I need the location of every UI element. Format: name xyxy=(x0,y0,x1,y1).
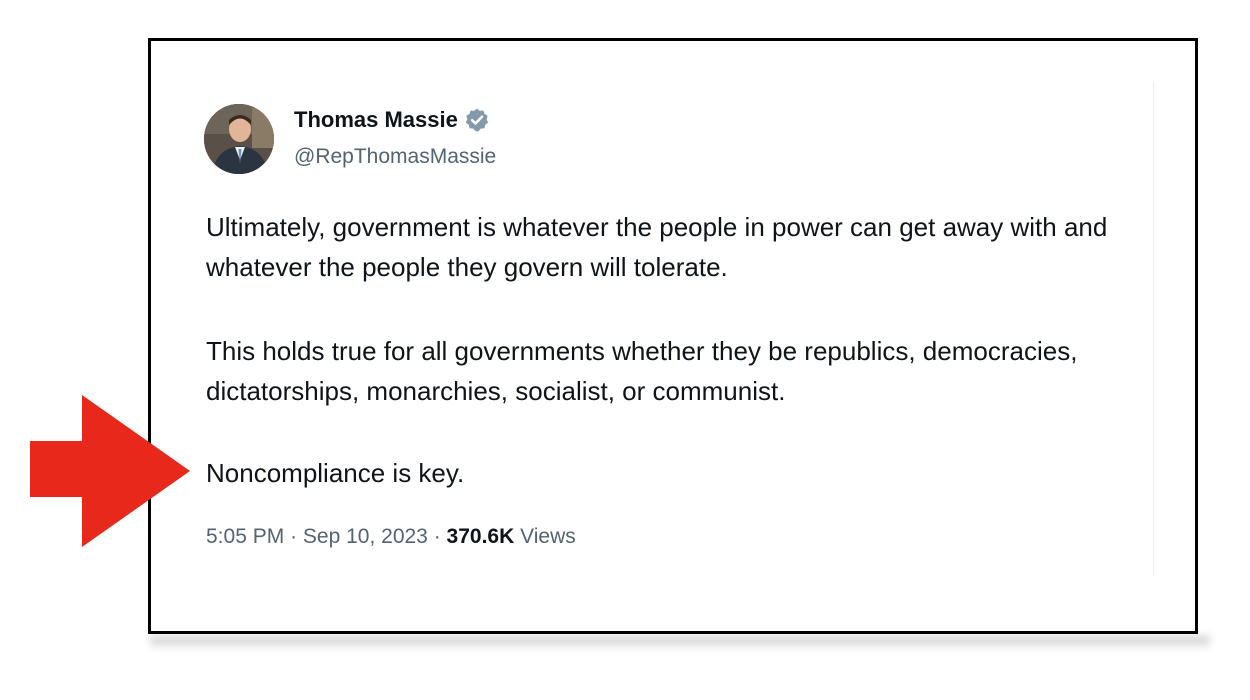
views-count[interactable]: 370.6K xyxy=(447,525,515,548)
divider xyxy=(1153,81,1154,576)
tweet-screenshot-frame: Thomas Massie @RepThomasMassie Ultimatel… xyxy=(148,38,1198,634)
tweet-paragraph-3: Noncompliance is key. xyxy=(206,458,465,488)
meta-separator: · xyxy=(433,525,441,548)
tweet-card: Thomas Massie @RepThomasMassie Ultimatel… xyxy=(151,41,1195,631)
tweet-paragraph-2: This holds true for all governments whet… xyxy=(206,336,1078,406)
avatar[interactable] xyxy=(204,104,274,174)
author-handle[interactable]: @RepThomasMassie xyxy=(294,145,496,169)
author-name[interactable]: Thomas Massie xyxy=(294,107,458,133)
tweet-paragraph-1: Ultimately, government is whatever the p… xyxy=(206,212,1108,282)
author-name-row[interactable]: Thomas Massie xyxy=(294,107,490,133)
tweet-time[interactable]: 5:05 PM xyxy=(206,525,284,548)
verified-badge-icon xyxy=(464,107,490,133)
card-shadow xyxy=(150,636,1210,650)
meta-separator: · xyxy=(290,525,298,548)
views-label: Views xyxy=(520,525,576,548)
tweet-date[interactable]: Sep 10, 2023 xyxy=(303,525,428,548)
red-arrow-icon xyxy=(30,395,190,547)
tweet-meta: 5:05 PM · Sep 10, 2023 · 370.6K Views xyxy=(206,525,576,549)
avatar-photo xyxy=(204,104,274,174)
